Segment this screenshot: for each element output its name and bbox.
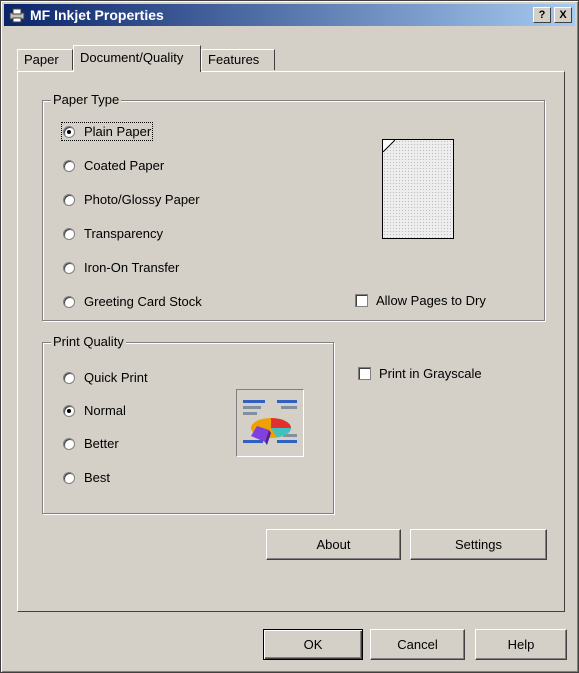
paper-type-legend: Paper Type	[51, 92, 122, 107]
radio-label: Greeting Card Stock	[84, 294, 202, 309]
radio-transparency[interactable]: Transparency	[63, 226, 163, 241]
radio-label: Photo/Glossy Paper	[84, 192, 200, 207]
settings-button[interactable]: Settings	[410, 529, 547, 560]
radio-label: Plain Paper	[84, 124, 152, 139]
radio-indicator	[63, 193, 75, 206]
radio-label: Best	[84, 470, 111, 485]
paper-preview	[382, 139, 454, 239]
title-bar[interactable]: MF Inkjet Properties ? X	[4, 4, 575, 26]
help-button[interactable]: Help	[475, 629, 567, 660]
print-in-grayscale-checkbox[interactable]: Print in Grayscale	[358, 366, 482, 381]
document-chart-icon	[241, 396, 299, 450]
radio-indicator	[63, 295, 75, 308]
radio-better[interactable]: Better	[63, 436, 119, 451]
radio-iron-on-transfer[interactable]: Iron-On Transfer	[63, 260, 179, 275]
radio-indicator	[63, 371, 75, 384]
cancel-button[interactable]: Cancel	[370, 629, 465, 660]
print-quality-group: Print Quality Quick Print Normal Better …	[42, 334, 334, 514]
radio-normal[interactable]: Normal	[63, 403, 126, 418]
checkbox-label: Allow Pages to Dry	[376, 293, 486, 308]
tab-document-quality[interactable]: Document/Quality	[73, 45, 201, 72]
radio-quick-print[interactable]: Quick Print	[63, 370, 148, 385]
radio-indicator	[63, 404, 75, 417]
radio-indicator	[63, 261, 75, 274]
about-button[interactable]: About	[266, 529, 401, 560]
checkbox-label: Print in Grayscale	[379, 366, 482, 381]
ok-button[interactable]: OK	[263, 629, 363, 660]
radio-label: Quick Print	[84, 370, 148, 385]
radio-greeting-card-stock[interactable]: Greeting Card Stock	[63, 294, 202, 309]
allow-pages-to-dry-checkbox[interactable]: Allow Pages to Dry	[355, 293, 486, 308]
checkbox-box	[355, 294, 368, 307]
radio-label: Normal	[84, 403, 126, 418]
printer-icon	[9, 8, 25, 23]
radio-coated-paper[interactable]: Coated Paper	[63, 158, 164, 173]
radio-indicator	[63, 227, 75, 240]
radio-label: Iron-On Transfer	[84, 260, 180, 275]
print-quality-legend: Print Quality	[51, 334, 126, 349]
radio-label: Transparency	[84, 226, 163, 241]
radio-best[interactable]: Best	[63, 470, 110, 485]
properties-window: MF Inkjet Properties ? X Paper Document/…	[0, 0, 579, 673]
checkbox-box	[358, 367, 371, 380]
radio-plain-paper[interactable]: Plain Paper	[60, 122, 154, 141]
radio-indicator	[63, 159, 75, 172]
radio-indicator	[63, 437, 75, 450]
radio-photo-glossy-paper[interactable]: Photo/Glossy Paper	[63, 192, 200, 207]
radio-label: Better	[84, 436, 119, 451]
document-quality-panel: Paper Type Plain Paper Coated Paper Phot…	[17, 71, 565, 612]
tab-paper[interactable]: Paper	[17, 49, 73, 70]
radio-indicator	[63, 125, 75, 138]
print-quality-icon	[236, 389, 304, 457]
paper-type-group: Paper Type Plain Paper Coated Paper Phot…	[42, 92, 545, 321]
help-title-button[interactable]: ?	[533, 7, 551, 23]
window-title: MF Inkjet Properties	[30, 7, 164, 23]
close-button[interactable]: X	[554, 7, 572, 23]
radio-label: Coated Paper	[84, 158, 165, 173]
radio-indicator	[63, 471, 75, 484]
tab-features[interactable]: Features	[201, 49, 275, 70]
page-corner-icon	[383, 140, 395, 152]
